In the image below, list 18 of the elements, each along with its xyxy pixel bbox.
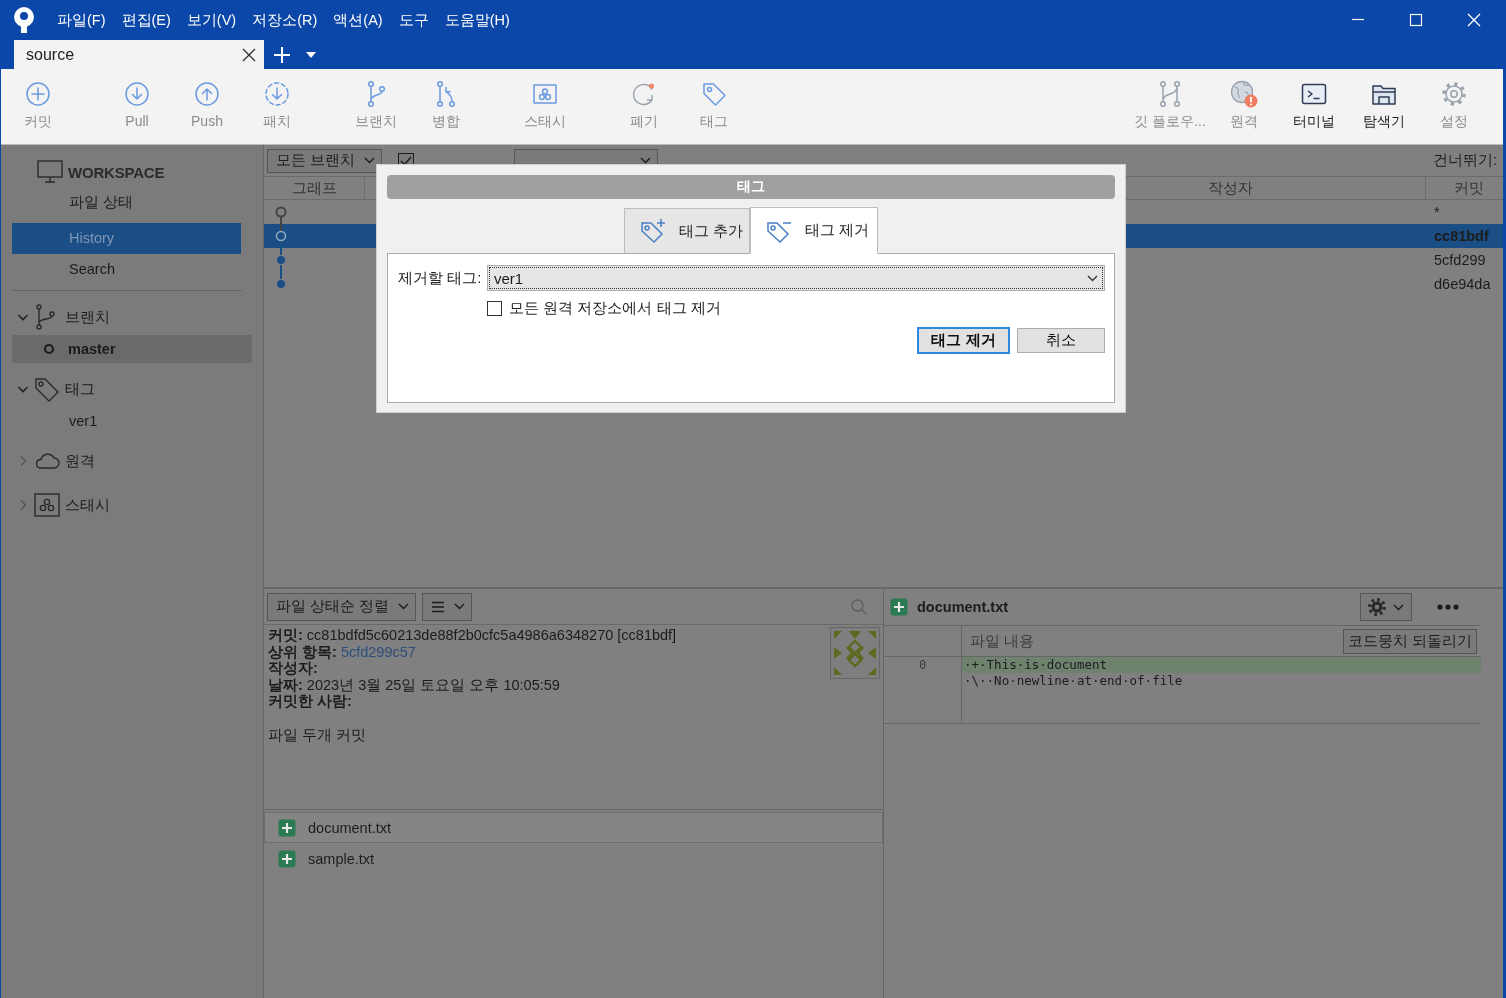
- commit-info: 상위 항목: 5cfd299c57: [268, 643, 417, 661]
- dialog-title: 태그: [387, 175, 1115, 199]
- commit-info: 커밋한 사람:: [268, 693, 353, 710]
- commit-info: 커밋: cc81bdfd5c60213de88f2b0cfc5a4986a6348270 [cc81bdf]: [268, 627, 678, 644]
- code-line: ·\··No·newline·at·end·of·file: [963, 673, 1184, 689]
- commit-message: 파일 두개 커밋: [268, 726, 368, 744]
- hunk-title: 파일 내용: [970, 631, 1035, 651]
- section-title: WORKSPACE: [68, 163, 165, 181]
- commit-hash: cc81bdf: [1433, 227, 1490, 246]
- line-number: 0: [918, 657, 927, 673]
- skip-label: 건너뛰기:: [1432, 151, 1497, 170]
- file-name: document.txt: [917, 599, 1009, 615]
- commit-info: 날짜: 2023년 3월 25일 토요일 오후 10:05:59: [268, 676, 561, 694]
- commit-info: 작성자:: [268, 660, 319, 677]
- commit-hash: d6e94da: [1433, 275, 1492, 294]
- commit-hash: 5cfd299: [1433, 251, 1487, 270]
- field-label: 제거할 태그:: [398, 268, 483, 288]
- commit-hash: *: [1433, 203, 1441, 222]
